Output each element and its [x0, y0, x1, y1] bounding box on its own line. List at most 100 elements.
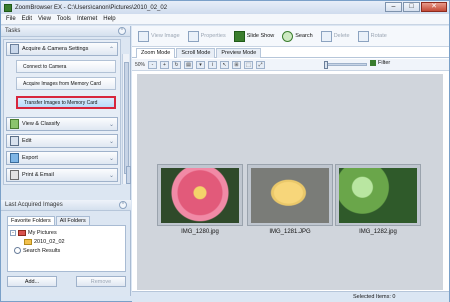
folder-buttons: Add... Remove [7, 276, 126, 287]
last-acquired-title: Last Acquired Images [5, 202, 63, 208]
subtask-transfer-to-card[interactable]: Transfer Images to Memory Card [16, 96, 116, 109]
tab-scroll-mode[interactable]: Scroll Mode [176, 48, 216, 58]
task-export[interactable]: Export ⌄ [6, 151, 118, 165]
view-image-button[interactable]: View Image [138, 30, 180, 42]
menu-tools[interactable]: Tools [54, 16, 74, 22]
tab-preview-mode[interactable]: Preview Mode [216, 48, 262, 58]
folder-tabs: Favorite Folders All Folders [7, 216, 126, 225]
menu-file[interactable]: File [3, 16, 19, 22]
thumbnail-frame [335, 164, 421, 226]
fit-icon[interactable]: ⤢ [256, 60, 266, 69]
rotate-button[interactable]: Rotate [357, 30, 387, 42]
thumbnail-size-slider[interactable] [324, 61, 367, 69]
task-print-email[interactable]: Print & Email ⌄ [6, 168, 118, 182]
thumbnail-item[interactable]: IMG_1280.jpg [157, 164, 243, 235]
tab-favorite-folders[interactable]: Favorite Folders [7, 216, 55, 225]
last-acquired-header: Last Acquired Images ⌃ [1, 200, 131, 211]
zoom-in-icon[interactable]: + [160, 60, 170, 69]
subtask-acquire-from-card[interactable]: Acquire Images from Memory Card [16, 77, 116, 90]
tree-node-label: 2010_02_02 [34, 238, 65, 245]
refresh-icon[interactable]: ↻ [172, 60, 182, 69]
task-view-classify[interactable]: View & Classify ⌄ [6, 117, 118, 131]
browser-pane: View Image Properties Slide Show Search … [132, 26, 449, 291]
tasks-title: Tasks [5, 28, 21, 34]
thumbnail-caption: IMG_1281.JPG [269, 229, 311, 235]
delete-button[interactable]: Delete [320, 30, 350, 42]
filter-icon [370, 60, 376, 66]
zoom-out-icon[interactable]: - [148, 60, 158, 69]
selected-items-count: Selected Items: 0 [353, 294, 396, 300]
menu-view[interactable]: View [35, 16, 54, 22]
view-image-icon [138, 30, 149, 42]
sort-icon[interactable]: ▤ [184, 60, 194, 69]
minimize-button[interactable]: – [385, 2, 402, 12]
select-icon[interactable]: ↖ [220, 60, 230, 69]
window-title: ZoomBrowser EX - C:\Users\canon\Pictures… [15, 4, 168, 11]
pane-splitter-handle[interactable] [126, 166, 131, 184]
edit-icon [10, 136, 19, 146]
tree-node-search-results[interactable]: Search Results [10, 246, 123, 255]
scrollbar-thumb[interactable] [124, 62, 129, 174]
collapse-tasks-icon[interactable]: ⌃ [118, 27, 126, 35]
search-results-icon [14, 247, 21, 254]
properties-button[interactable]: Properties [187, 30, 226, 42]
search-button[interactable]: Search [282, 30, 313, 42]
add-folder-button[interactable]: Add... [7, 276, 57, 287]
thumbnail-image [339, 168, 417, 223]
filter-dropdown[interactable]: Filter [370, 60, 390, 66]
rotate-label: Rotate [370, 33, 387, 39]
view-toolbar: 50% - + ↻ ▤ ▾ i ↖ ⊞ ⬚ ⤢ Filter [132, 59, 449, 71]
rotate-icon [357, 30, 369, 42]
chevron-down-icon: ⌄ [108, 172, 114, 179]
thumbnail-grid: IMG_1280.jpg IMG_1281.JPG IMG_1282.jpg [137, 74, 443, 290]
display-icon[interactable]: ▾ [196, 60, 206, 69]
remove-folder-button[interactable]: Remove [76, 276, 126, 287]
menu-internet[interactable]: Internet [74, 16, 100, 22]
thumbnail-item[interactable]: IMG_1282.jpg [335, 164, 421, 235]
tab-zoom-mode[interactable]: Zoom Mode [136, 48, 176, 58]
view-icon [10, 119, 19, 129]
thumbnail-image [161, 168, 239, 223]
slide-show-icon [233, 30, 245, 42]
info-icon[interactable]: i [208, 60, 218, 69]
status-bar: Selected Items: 0 [132, 291, 449, 302]
thumbnail-item[interactable]: IMG_1281.JPG [247, 164, 333, 235]
tree-node-my-pictures[interactable]: - My Pictures [10, 228, 123, 237]
search-label: Search [295, 33, 313, 39]
tree-node-2010-02-02[interactable]: 2010_02_02 [10, 237, 123, 246]
collapse-last-acquired-icon[interactable]: ⌃ [119, 201, 127, 209]
task-label: Export [22, 155, 38, 161]
collapse-node-icon[interactable]: - [10, 229, 16, 236]
menu-bar: File Edit View Tools Internet Help [1, 14, 449, 25]
task-label: Print & Email [22, 172, 54, 178]
delete-label: Delete [333, 33, 350, 39]
tasks-panel: Acquire & Camera Settings ⌃ Connect to C… [3, 39, 121, 185]
selection-mode-icon[interactable]: ⬚ [244, 60, 254, 69]
thumbnail-caption: IMG_1280.jpg [181, 229, 219, 235]
zoom-level: 50% [135, 61, 146, 68]
window-controls: – □ ✕ [385, 2, 447, 12]
app-icon [4, 3, 12, 12]
properties-icon [187, 30, 199, 42]
tab-all-folders[interactable]: All Folders [55, 216, 90, 225]
task-edit[interactable]: Edit ⌄ [6, 134, 118, 148]
menu-edit[interactable]: Edit [19, 16, 35, 22]
slider-thumb[interactable] [324, 61, 328, 69]
task-label: Edit [22, 138, 32, 144]
tasks-scrollbar[interactable] [122, 54, 129, 184]
subtask-connect-camera[interactable]: Connect to Camera [16, 60, 116, 73]
main-toolbar: View Image Properties Slide Show Search … [132, 26, 449, 47]
close-button[interactable]: ✕ [421, 2, 447, 12]
filter-label: Filter [378, 60, 391, 66]
select-all-icon[interactable]: ⊞ [232, 60, 242, 69]
thumbnail-frame [247, 164, 333, 226]
menu-help[interactable]: Help [100, 16, 118, 22]
chevron-up-icon: ⌃ [108, 46, 114, 53]
task-acquire-camera-settings[interactable]: Acquire & Camera Settings ⌃ [6, 42, 118, 56]
maximize-button[interactable]: □ [403, 2, 420, 12]
slide-show-button[interactable]: Slide Show [233, 30, 274, 42]
title-bar: ZoomBrowser EX - C:\Users\canon\Pictures… [1, 1, 449, 14]
camera-icon [10, 44, 19, 54]
tree-node-label: My Pictures [28, 229, 57, 236]
task-label: View & Classify [22, 121, 60, 127]
